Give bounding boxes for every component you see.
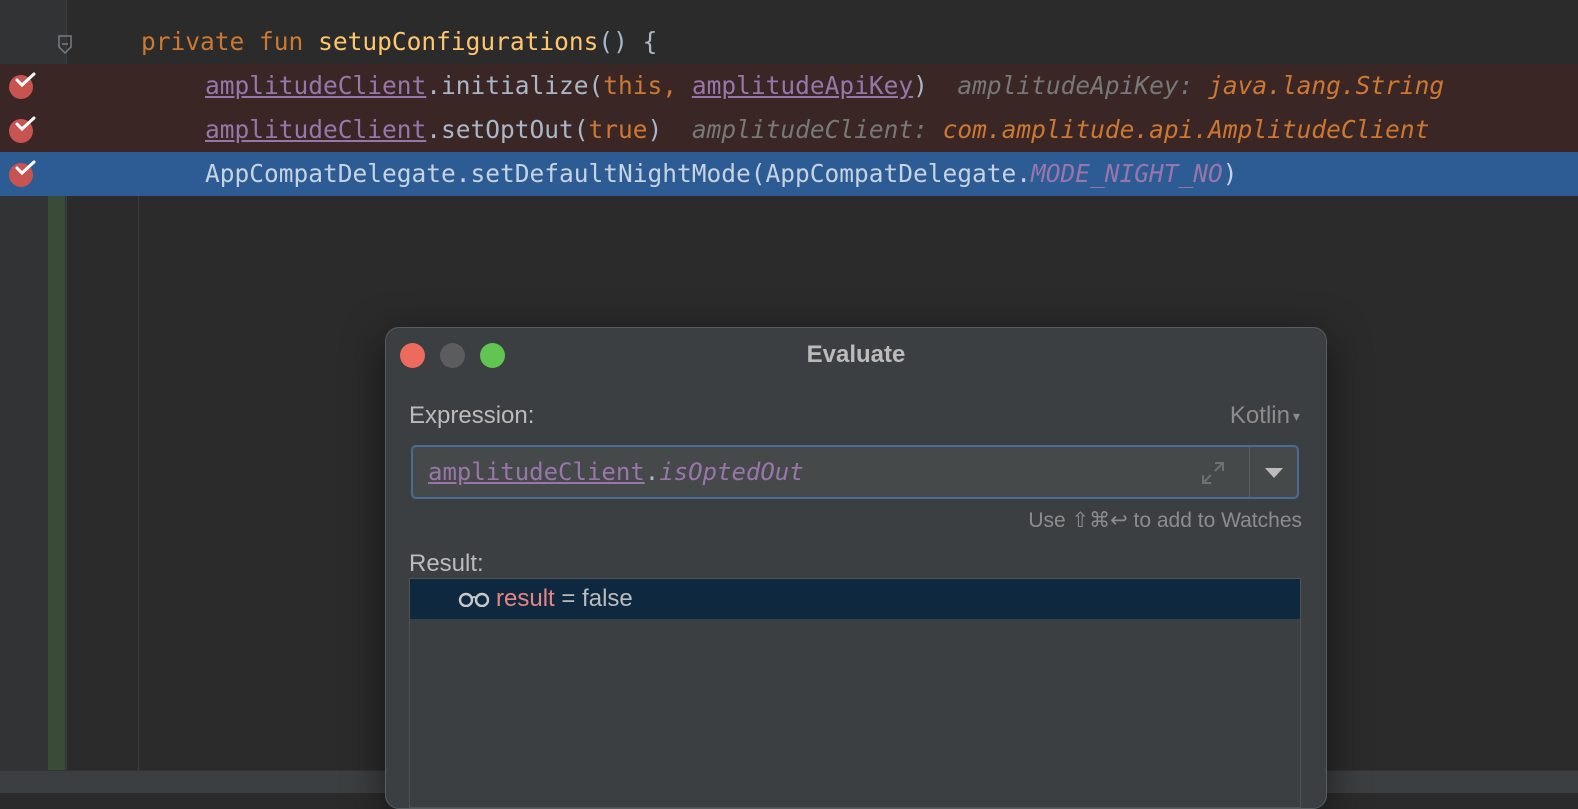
code-text: .initialize(: [426, 71, 604, 100]
code-text: AppCompatDelegate.setDefaultNightMode(Ap…: [205, 159, 1032, 188]
add-to-watches-hint: Use ⇧⌘↩ to add to Watches: [1028, 509, 1302, 532]
expression-history-button[interactable]: [1249, 447, 1298, 497]
keyword-private: private: [141, 27, 245, 56]
window-close-button[interactable]: [400, 343, 425, 368]
keyword-true: true: [588, 115, 648, 144]
code-text: ): [1222, 159, 1238, 188]
result-separator: =: [554, 585, 583, 612]
property-ref[interactable]: amplitudeClient: [205, 71, 426, 100]
language-value: Kotlin: [1229, 402, 1290, 429]
property-ref[interactable]: amplitudeClient: [205, 115, 426, 144]
code-text: ): [913, 71, 928, 100]
inline-value-label: amplitudeApiKey:: [957, 71, 1194, 100]
code-text: .setOptOut(: [426, 115, 589, 144]
chevron-down-icon: ▾: [1292, 408, 1300, 425]
expression-input[interactable]: amplitudeClient.isOptedOut: [413, 447, 1249, 497]
expression-input-box: amplitudeClient.isOptedOut: [411, 445, 1299, 499]
dialog-title: Evaluate: [806, 341, 906, 368]
keyword-fun: fun: [259, 27, 304, 56]
breakpoint-verified-icon[interactable]: [8, 160, 36, 188]
dropdown-arrow-icon: [1265, 468, 1283, 478]
watch-glasses-icon: [458, 592, 490, 607]
result-tree[interactable]: result = false: [409, 578, 1301, 808]
code-line-3[interactable]: amplitudeClient.setOptOut(true) amplitud…: [0, 108, 1578, 152]
code-text: () {: [598, 27, 658, 56]
dialog-titlebar[interactable]: Evaluate: [386, 328, 1326, 382]
breakpoint-verified-icon[interactable]: [8, 116, 36, 144]
property-ref[interactable]: amplitudeApiKey: [692, 71, 913, 100]
code-text: ): [647, 115, 663, 144]
inline-value-label: amplitudeClient:: [691, 115, 928, 144]
expression-dot: .: [644, 458, 660, 486]
function-name: setupConfigurations: [318, 27, 599, 56]
breakpoint-verified-icon[interactable]: [8, 72, 36, 100]
expression-member: isOptedOut: [659, 458, 804, 486]
language-dropdown[interactable]: Kotlin ▾: [1230, 402, 1300, 430]
inline-value-type: com.amplitude.api.AmplitudeClient: [942, 115, 1430, 144]
result-label: Result:: [409, 550, 484, 577]
evaluate-dialog: Evaluate Expression: Kotlin ▾ amplitudeCl…: [385, 327, 1327, 809]
expression-label: Expression:: [409, 402, 535, 429]
expand-icon[interactable]: [1200, 460, 1226, 486]
code-line-4-current[interactable]: AppCompatDelegate.setDefaultNightMode(Ap…: [0, 152, 1578, 196]
window-maximize-button[interactable]: [480, 343, 505, 368]
result-name: result: [496, 585, 555, 612]
static-field: MODE_NIGHT_NO: [1031, 159, 1223, 188]
expression-receiver: amplitudeClient: [428, 458, 645, 486]
code-line-1[interactable]: private fun setupConfigurations() {: [0, 20, 1578, 64]
result-row[interactable]: result = false: [410, 579, 1300, 619]
inline-value-type: java.lang.String: [1208, 71, 1445, 100]
code-line-2[interactable]: amplitudeClient.initialize(this, amplitu…: [0, 64, 1578, 108]
vcs-change-marker[interactable]: [48, 196, 65, 770]
keyword-this: this,: [603, 71, 678, 100]
result-value: false: [582, 585, 633, 612]
window-minimize-button[interactable]: [440, 343, 465, 368]
